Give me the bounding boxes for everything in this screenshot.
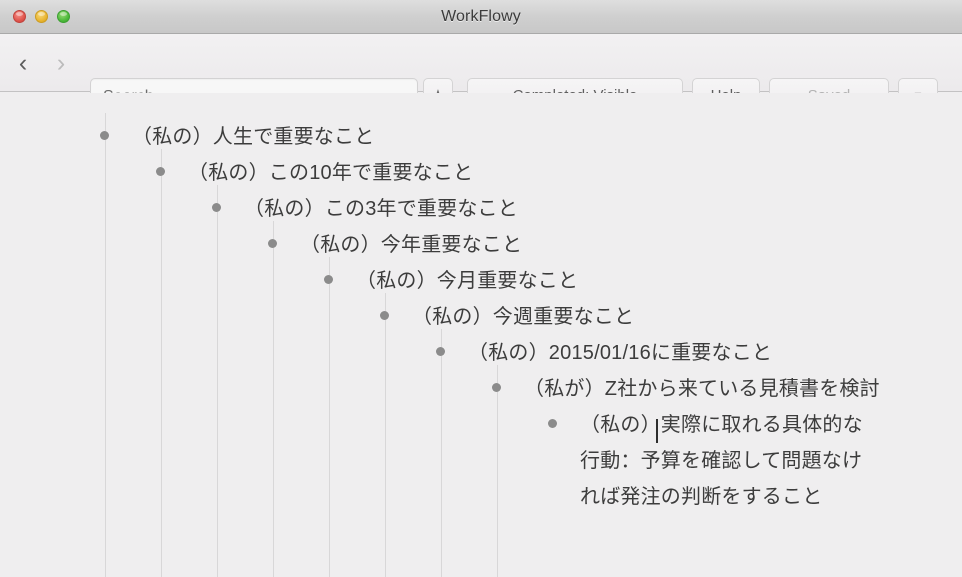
outline-guide-line	[217, 185, 218, 577]
forward-arrow-icon[interactable]: ›	[48, 46, 74, 80]
outline-bullet[interactable]	[380, 311, 389, 320]
outline-guide-line	[385, 293, 386, 577]
outline-bullet[interactable]	[100, 131, 109, 140]
outline-item-text[interactable]: （私が）Z社から来ている見積書を検討	[524, 371, 886, 407]
outline-bullet[interactable]	[324, 275, 333, 284]
outline-guide-line	[105, 113, 106, 577]
outline-item-text[interactable]: （私の）人生で重要なこと	[132, 119, 892, 155]
outline-item-text[interactable]: （私の）この10年で重要なこと	[188, 155, 908, 191]
outline-guide-line	[441, 329, 442, 577]
outline-content: （私の）人生で重要なこと （私の）この10年で重要なこと （私の）この3年で重要なこ…	[0, 93, 962, 577]
outline-guide-line	[329, 257, 330, 577]
back-arrow-icon[interactable]: ‹	[10, 46, 36, 80]
outline-guide-line	[273, 221, 274, 577]
window-title: WorkFlowy	[441, 8, 521, 25]
outline-bullet[interactable]	[436, 347, 445, 356]
outline-item-text[interactable]: （私の）実際に取れる具体的な行動：予算を確認して問題なければ発注の判断をすること	[580, 407, 880, 515]
outline-item-text[interactable]: （私の）今週重要なこと	[412, 299, 952, 335]
title-bar: WorkFlowy	[0, 0, 962, 34]
toolbar: ‹ › ★ Completed: Visible Help Saved ▼	[0, 34, 962, 115]
outline-item-text[interactable]: （私の）2015/01/16に重要なこと	[468, 335, 938, 371]
text-cursor	[656, 419, 658, 443]
outline-item-text[interactable]: （私の）この3年で重要なこと	[244, 191, 924, 227]
outline-guide-line	[497, 365, 498, 577]
outline-bullet[interactable]	[492, 383, 501, 392]
outline-bullet[interactable]	[268, 239, 277, 248]
outline-guide-line	[161, 149, 162, 577]
outline-item-text[interactable]: （私の）今年重要なこと	[300, 227, 940, 263]
outline-bullet[interactable]	[212, 203, 221, 212]
outline-bullet[interactable]	[156, 167, 165, 176]
outline-item-text[interactable]: （私の）今月重要なこと	[356, 263, 946, 299]
workflowy-window: WorkFlowy ‹ › ★ Completed: Visible Help …	[0, 0, 962, 577]
outline-bullet[interactable]	[548, 419, 557, 428]
